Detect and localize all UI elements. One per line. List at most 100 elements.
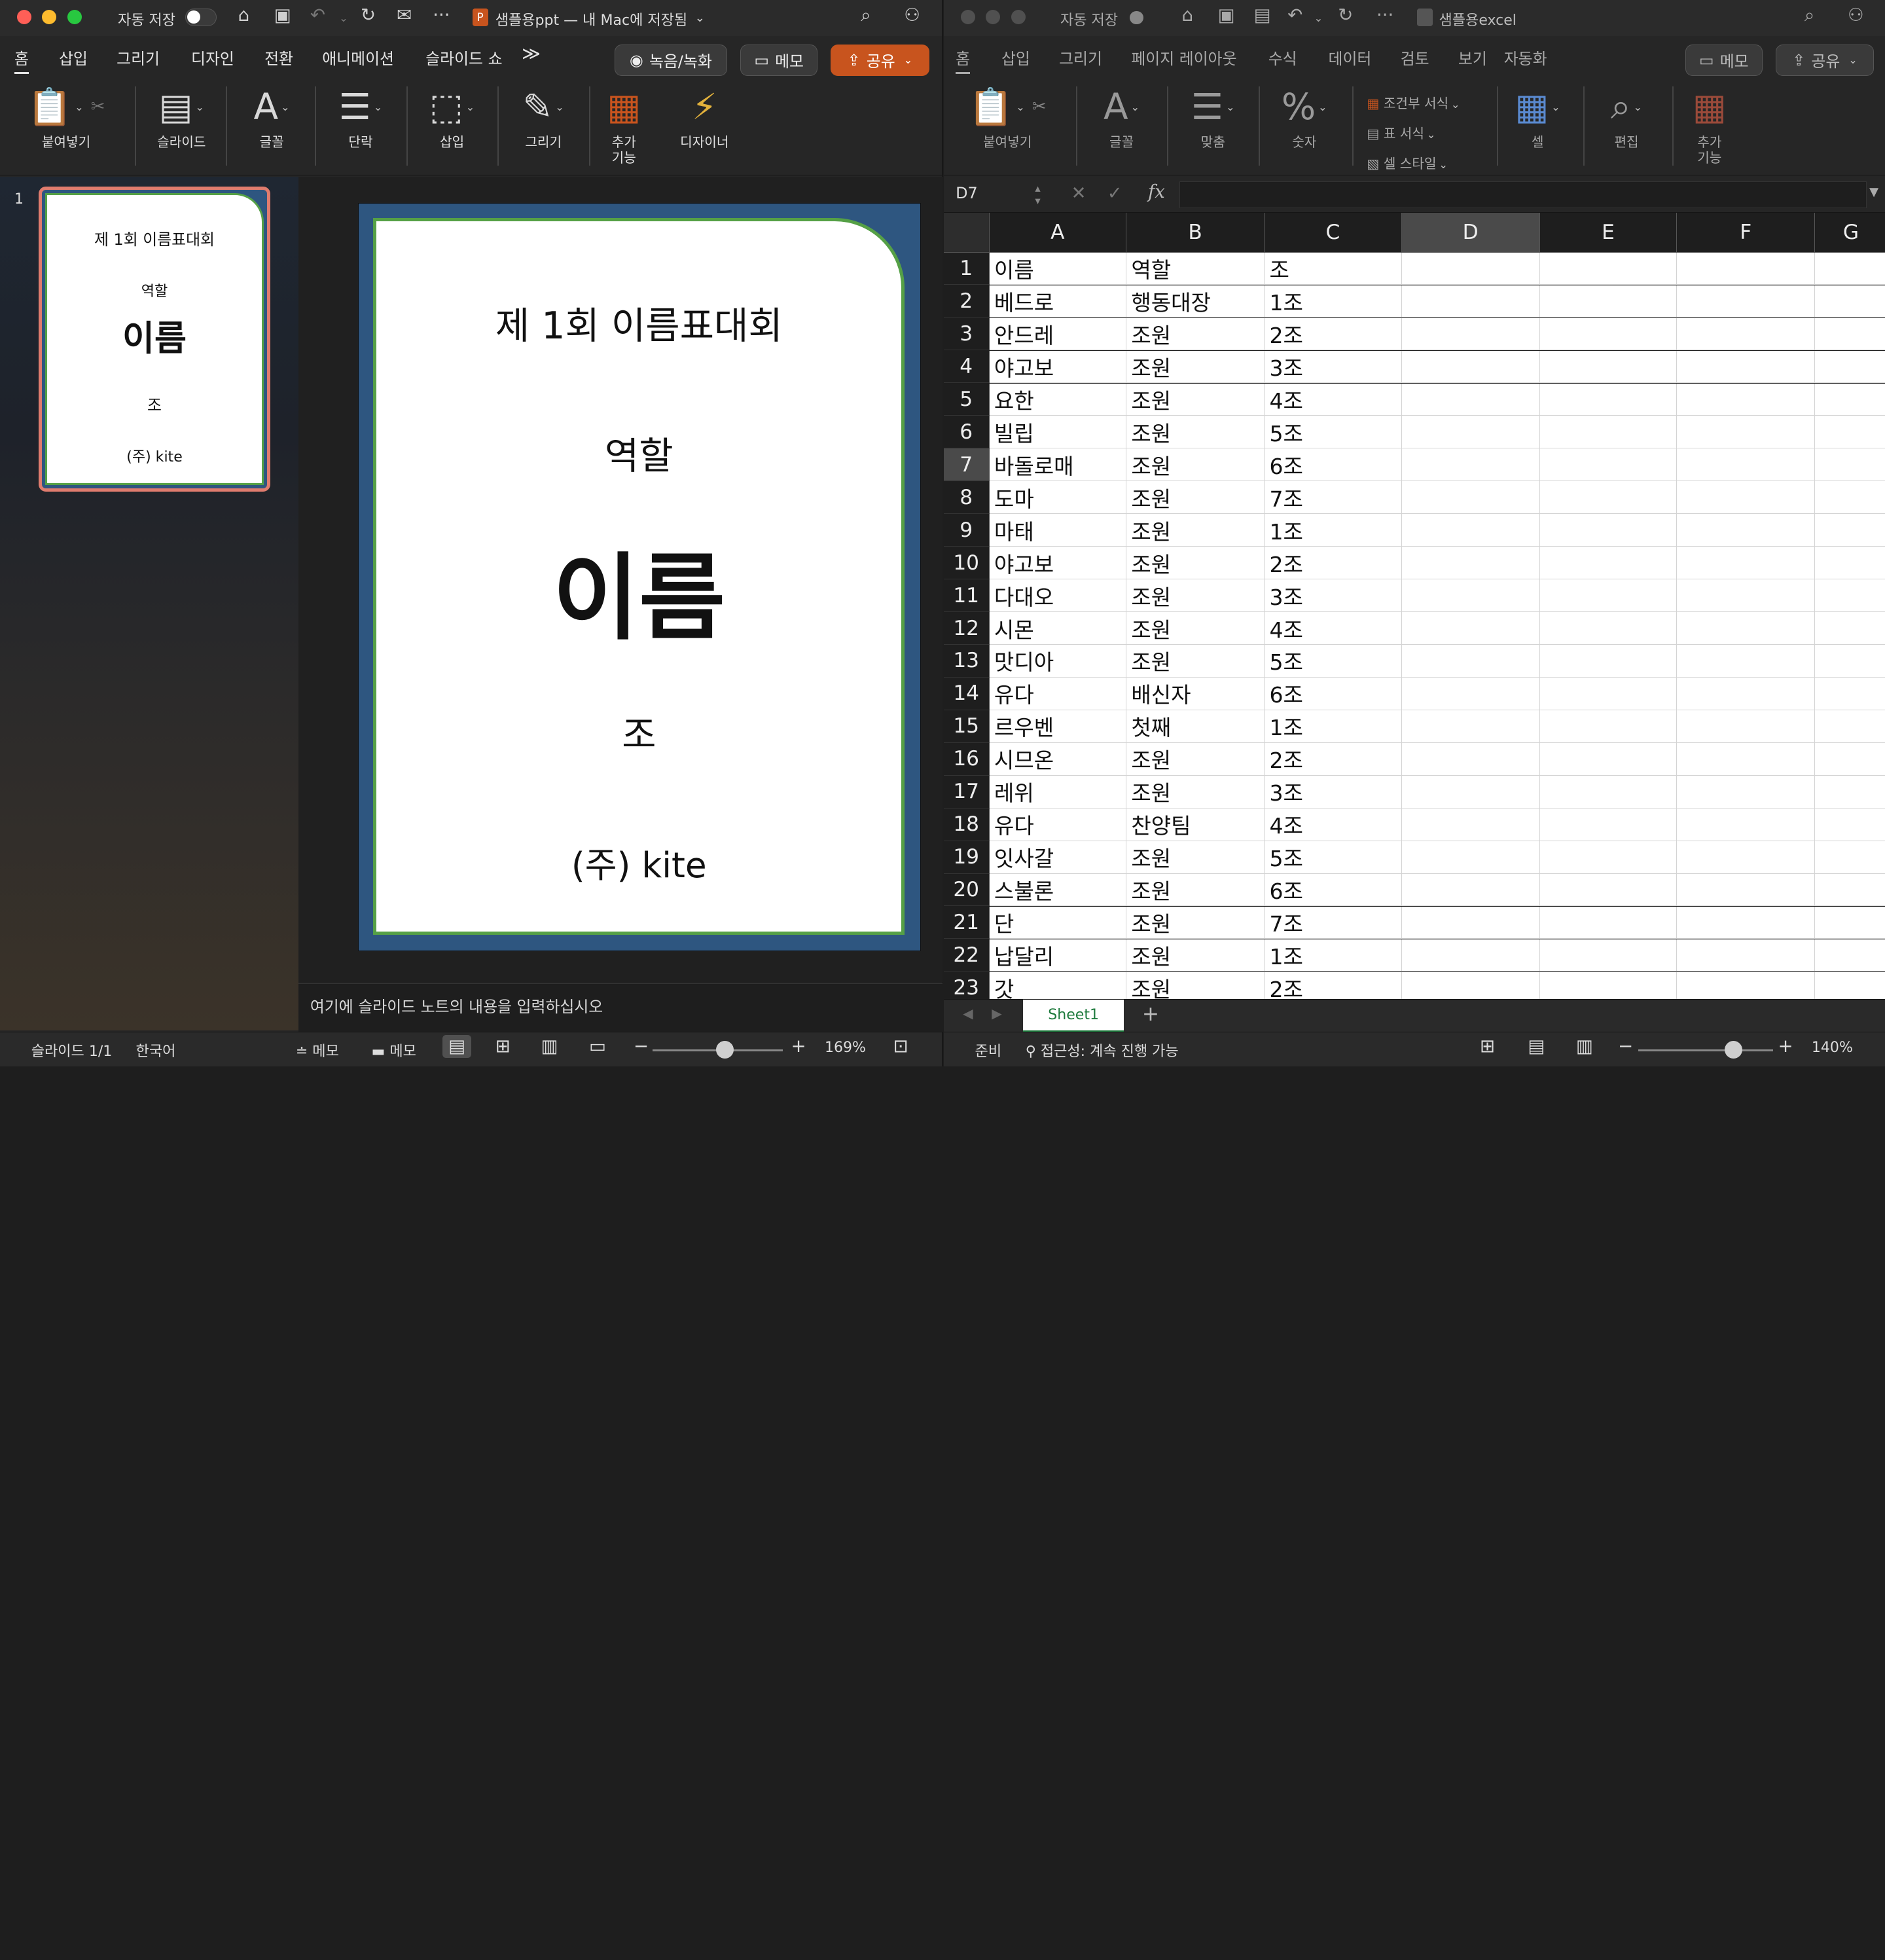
- zoom-out-icon[interactable]: −: [634, 1036, 649, 1057]
- save-icon[interactable]: ▣: [274, 5, 291, 26]
- table-cell[interactable]: 배신자: [1126, 678, 1265, 710]
- table-cell[interactable]: [1815, 514, 1885, 547]
- table-cell[interactable]: 마태: [989, 514, 1126, 547]
- table-cell[interactable]: 조원: [1126, 350, 1265, 384]
- home-icon[interactable]: ⌂: [238, 5, 250, 26]
- table-cell[interactable]: [1815, 448, 1885, 482]
- zoom-in-icon[interactable]: +: [791, 1036, 806, 1057]
- slide-title[interactable]: 제 1회 이름표대회: [376, 296, 901, 350]
- tab-transitions[interactable]: 전환: [264, 46, 293, 69]
- table-cell[interactable]: 6조: [1265, 873, 1402, 907]
- accessibility-status[interactable]: ⚲ 접근성: 계속 진행 가능: [1026, 1040, 1179, 1061]
- column-header-e[interactable]: E: [1539, 213, 1678, 253]
- confirm-icon[interactable]: ✓: [1107, 183, 1122, 204]
- table-cell[interactable]: 조원: [1126, 612, 1265, 645]
- search-icon[interactable]: ⌕: [1804, 5, 1814, 26]
- table-cell[interactable]: [1401, 645, 1540, 678]
- table-cell[interactable]: [1539, 678, 1678, 710]
- table-cell[interactable]: [1401, 285, 1540, 318]
- tab-insert[interactable]: 삽입: [1001, 46, 1030, 69]
- more-icon[interactable]: ···: [1376, 5, 1393, 26]
- slide-notes-field[interactable]: 여기에 슬라이드 노트의 내용을 입력하십시오: [298, 983, 942, 1032]
- table-cell[interactable]: 2조: [1265, 318, 1402, 351]
- table-cell[interactable]: [1539, 939, 1678, 972]
- table-cell[interactable]: [1539, 350, 1678, 384]
- row-header[interactable]: 22: [943, 939, 990, 972]
- table-cell[interactable]: [1401, 906, 1540, 939]
- page-break-view-icon[interactable]: ▥: [1576, 1036, 1593, 1057]
- ppt-document-title[interactable]: 샘플용ppt — 내 Mac에 저장됨: [495, 9, 687, 29]
- table-cell[interactable]: [1815, 808, 1885, 841]
- table-cell[interactable]: [1677, 318, 1816, 351]
- table-cell[interactable]: [1815, 939, 1885, 972]
- table-cell[interactable]: [1539, 252, 1678, 285]
- undo-icon[interactable]: ↶: [310, 5, 325, 26]
- table-cell[interactable]: [1677, 939, 1816, 972]
- table-cell[interactable]: [1815, 743, 1885, 776]
- table-cell[interactable]: 4조: [1265, 612, 1402, 645]
- table-cell[interactable]: 2조: [1265, 547, 1402, 579]
- table-cell[interactable]: [1815, 841, 1885, 874]
- close-window-button[interactable]: [960, 9, 975, 24]
- table-cell[interactable]: 조원: [1126, 547, 1265, 579]
- search-icon[interactable]: ⌕: [861, 5, 871, 26]
- table-cell[interactable]: 조원: [1126, 383, 1265, 416]
- table-cell[interactable]: [1815, 285, 1885, 318]
- table-cell[interactable]: [1677, 383, 1816, 416]
- table-cell[interactable]: 잇사갈: [989, 841, 1126, 874]
- addins-button[interactable]: ▦ 추가 기능: [599, 79, 649, 171]
- row-header[interactable]: 12: [943, 612, 990, 645]
- more-icon[interactable]: ···: [433, 5, 450, 26]
- alignment-group[interactable]: ☰ ⌄ 맞춤: [1179, 79, 1247, 171]
- table-cell[interactable]: 빌립: [989, 416, 1126, 449]
- table-cell[interactable]: [1539, 906, 1678, 939]
- table-cell[interactable]: 찬양팀: [1126, 808, 1265, 841]
- table-cell[interactable]: [1401, 481, 1540, 514]
- table-cell[interactable]: [1539, 710, 1678, 743]
- cancel-icon[interactable]: ✕: [1071, 183, 1086, 204]
- table-cell[interactable]: 2조: [1265, 743, 1402, 776]
- comments-toggle[interactable]: ▬ 메모: [372, 1040, 416, 1061]
- table-cell[interactable]: [1401, 448, 1540, 482]
- tab-animations[interactable]: 애니메이션: [322, 46, 394, 69]
- comments-button[interactable]: ▭ 메모: [1685, 44, 1763, 76]
- page-layout-view-icon[interactable]: ▤: [1528, 1036, 1545, 1057]
- table-cell[interactable]: [1677, 743, 1816, 776]
- designer-button[interactable]: ⚡ 디자이너: [671, 79, 738, 171]
- table-cell[interactable]: 조원: [1126, 906, 1265, 939]
- table-cell[interactable]: 6조: [1265, 678, 1402, 710]
- fit-slide-icon[interactable]: ⊡: [893, 1036, 908, 1057]
- slide-sorter-icon[interactable]: ⊞: [495, 1036, 511, 1057]
- table-cell[interactable]: [1815, 873, 1885, 907]
- table-cell[interactable]: [1401, 612, 1540, 645]
- row-header[interactable]: 11: [943, 579, 990, 612]
- table-cell[interactable]: [1539, 971, 1678, 1000]
- row-header[interactable]: 13: [943, 645, 990, 678]
- tab-review[interactable]: 검토: [1401, 46, 1429, 69]
- table-cell[interactable]: 르우벤: [989, 710, 1126, 743]
- name-box-stepper-icon[interactable]: ▴ ▾: [1035, 182, 1040, 207]
- table-cell[interactable]: 갓: [989, 971, 1126, 1000]
- table-cell[interactable]: [1539, 873, 1678, 907]
- table-cell[interactable]: [1539, 579, 1678, 612]
- slide-name[interactable]: 이름: [376, 522, 901, 658]
- zoom-window-button[interactable]: [1011, 9, 1026, 24]
- table-cell[interactable]: 유다: [989, 808, 1126, 841]
- row-header[interactable]: 17: [943, 776, 990, 808]
- slide-role[interactable]: 역할: [376, 426, 901, 480]
- insert-function-icon[interactable]: fx: [1148, 181, 1165, 202]
- table-cell[interactable]: [1677, 710, 1816, 743]
- number-group[interactable]: % ⌄ 숫자: [1270, 79, 1338, 171]
- table-cell[interactable]: [1677, 841, 1816, 874]
- autosave-toggle[interactable]: [1130, 10, 1143, 24]
- table-cell[interactable]: 단: [989, 906, 1126, 939]
- tab-draw[interactable]: 그리기: [117, 46, 160, 69]
- table-cell[interactable]: [1815, 776, 1885, 808]
- account-icon[interactable]: ⚇: [1848, 5, 1864, 26]
- row-header[interactable]: 15: [943, 710, 990, 743]
- undo-dropdown-icon[interactable]: ⌄: [1314, 12, 1323, 24]
- table-cell[interactable]: [1539, 776, 1678, 808]
- paste-group[interactable]: 📋 ⌄ ✂ 붙여넣기: [953, 79, 1061, 171]
- table-cell[interactable]: [1401, 318, 1540, 351]
- mail-icon[interactable]: ✉: [397, 5, 412, 26]
